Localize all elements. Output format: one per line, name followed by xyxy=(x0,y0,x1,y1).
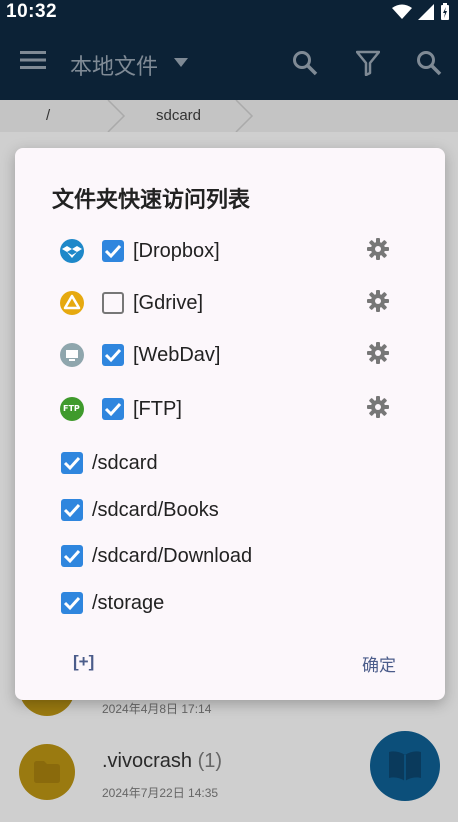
service-label: [Gdrive] xyxy=(133,292,204,314)
bookmarks-button[interactable] xyxy=(370,731,440,801)
path-checkbox[interactable] xyxy=(61,452,83,474)
service-item-dropbox[interactable]: [Dropbox] xyxy=(15,231,445,271)
ok-button[interactable]: 确定 xyxy=(362,651,396,676)
file-date: 2024年4月8日 17:14 xyxy=(102,702,212,716)
quick-access-dialog: 文件夹快速访问列表 [Dropbox] [Gdrive] [WebDav] FT… xyxy=(15,148,445,700)
dropbox-icon xyxy=(60,239,84,263)
gdrive-icon xyxy=(60,291,84,315)
gear-icon[interactable] xyxy=(367,396,389,418)
service-item-webdav[interactable]: [WebDav] xyxy=(15,335,445,375)
webdav-checkbox[interactable] xyxy=(102,344,124,366)
ftp-checkbox[interactable] xyxy=(102,398,124,420)
path-label: /sdcard xyxy=(92,452,158,474)
status-bar: 10:32 xyxy=(0,0,458,24)
path-label: /storage xyxy=(92,592,165,614)
path-item[interactable]: /storage xyxy=(15,583,445,623)
book-icon xyxy=(389,751,421,781)
status-icons xyxy=(392,3,450,21)
file-date: 2024年7月22日 14:35 xyxy=(102,786,219,800)
breadcrumb-separator-icon xyxy=(107,100,126,132)
path-checkbox[interactable] xyxy=(61,592,83,614)
gear-icon[interactable] xyxy=(367,342,389,364)
path-label: /sdcard/Books xyxy=(92,499,219,521)
breadcrumb-current[interactable]: sdcard xyxy=(156,107,201,124)
app-bar: 本地文件 xyxy=(0,24,458,100)
gdrive-checkbox[interactable] xyxy=(102,292,124,314)
dialog-title: 文件夹快速访问列表 xyxy=(52,188,251,213)
service-item-ftp[interactable]: FTP [FTP] xyxy=(15,389,445,429)
path-item[interactable]: /sdcard/Books xyxy=(15,490,445,530)
path-checkbox[interactable] xyxy=(61,545,83,567)
search-icon-secondary[interactable] xyxy=(416,50,442,76)
app-title[interactable]: 本地文件 xyxy=(70,49,158,81)
chevron-down-icon[interactable] xyxy=(174,58,188,67)
ftp-icon: FTP xyxy=(60,397,84,421)
webdav-icon xyxy=(60,343,84,367)
path-label: /sdcard/Download xyxy=(92,545,253,567)
menu-icon[interactable] xyxy=(20,50,46,70)
dropbox-checkbox[interactable] xyxy=(102,240,124,262)
add-path-button[interactable]: [+] xyxy=(73,652,94,672)
service-label: [FTP] xyxy=(133,398,182,420)
service-label: [Dropbox] xyxy=(133,240,220,262)
search-icon[interactable] xyxy=(292,50,318,76)
path-checkbox[interactable] xyxy=(61,499,83,521)
service-label: [WebDav] xyxy=(133,344,221,366)
breadcrumb: / sdcard xyxy=(0,100,458,132)
signal-icon xyxy=(418,4,434,20)
gear-icon[interactable] xyxy=(367,238,389,260)
filter-icon[interactable] xyxy=(356,50,380,76)
file-name: .vivocrash (1) xyxy=(102,750,223,772)
status-time: 10:32 xyxy=(6,1,58,22)
path-item[interactable]: /sdcard/Download xyxy=(15,536,445,576)
wifi-icon xyxy=(392,4,412,19)
battery-icon xyxy=(441,3,449,20)
path-item[interactable]: /sdcard xyxy=(15,443,445,483)
folder-icon xyxy=(19,744,75,800)
breadcrumb-root[interactable]: / xyxy=(46,107,50,124)
breadcrumb-separator-icon xyxy=(235,100,254,132)
service-item-gdrive[interactable]: [Gdrive] xyxy=(15,283,445,323)
gear-icon[interactable] xyxy=(367,290,389,312)
